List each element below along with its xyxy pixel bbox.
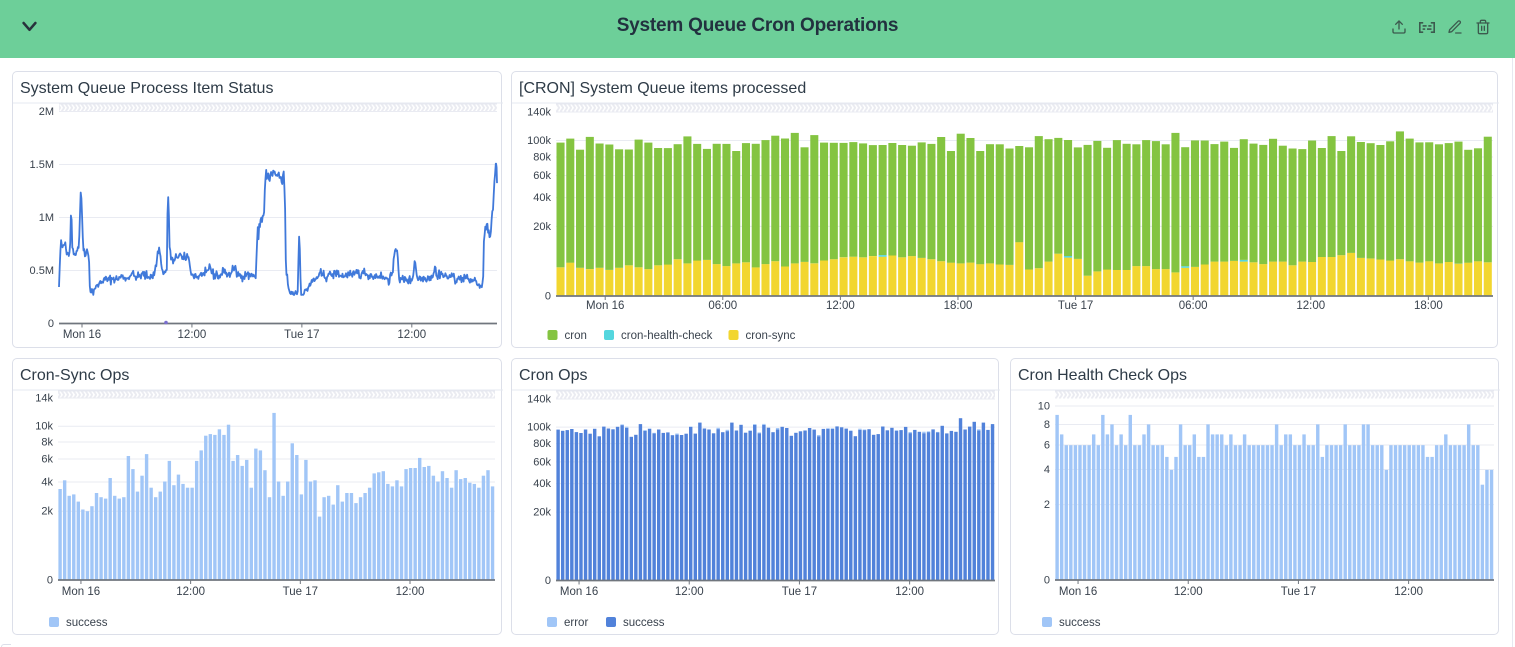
svg-text:Mon 16: Mon 16 xyxy=(62,586,100,598)
svg-text:0: 0 xyxy=(47,575,53,587)
svg-text:40k: 40k xyxy=(533,192,551,204)
svg-text:80k: 80k xyxy=(533,438,551,450)
svg-text:60k: 60k xyxy=(533,170,551,182)
svg-text:2M: 2M xyxy=(39,106,54,118)
svg-text:Tue 17: Tue 17 xyxy=(1281,586,1316,598)
svg-text:2k: 2k xyxy=(41,506,53,518)
svg-text:Tue 17: Tue 17 xyxy=(283,586,318,598)
svg-text:success: success xyxy=(623,617,665,629)
svg-text:success: success xyxy=(66,617,108,629)
svg-text:1M: 1M xyxy=(39,212,54,224)
svg-text:0.5M: 0.5M xyxy=(30,265,54,277)
svg-text:0: 0 xyxy=(1044,575,1050,587)
svg-text:8: 8 xyxy=(1044,419,1050,431)
svg-text:6k: 6k xyxy=(41,454,53,466)
svg-text:100k: 100k xyxy=(527,135,551,147)
svg-text:6: 6 xyxy=(1044,440,1050,452)
svg-text:12:00: 12:00 xyxy=(895,586,924,598)
svg-text:12:00: 12:00 xyxy=(178,329,207,341)
svg-text:Tue 17: Tue 17 xyxy=(782,586,817,598)
svg-text:Mon 16: Mon 16 xyxy=(560,586,598,598)
svg-text:Mon 16: Mon 16 xyxy=(1059,586,1097,598)
svg-text:0: 0 xyxy=(545,575,551,587)
svg-text:140k: 140k xyxy=(527,394,551,406)
svg-text:success: success xyxy=(1059,617,1101,629)
svg-text:0: 0 xyxy=(48,318,54,330)
svg-text:cron: cron xyxy=(565,330,587,342)
svg-text:10: 10 xyxy=(1038,401,1050,413)
svg-text:80k: 80k xyxy=(533,152,551,164)
svg-text:06:00: 06:00 xyxy=(1179,300,1208,312)
svg-text:12:00: 12:00 xyxy=(396,586,425,598)
svg-text:cron-sync: cron-sync xyxy=(746,330,796,342)
svg-text:20k: 20k xyxy=(533,507,551,519)
svg-text:8k: 8k xyxy=(41,437,53,449)
svg-text:40k: 40k xyxy=(533,478,551,490)
svg-text:60k: 60k xyxy=(533,456,551,468)
svg-text:12:00: 12:00 xyxy=(1296,300,1325,312)
svg-text:20k: 20k xyxy=(533,221,551,233)
svg-text:18:00: 18:00 xyxy=(1414,300,1443,312)
svg-text:12:00: 12:00 xyxy=(176,586,205,598)
svg-text:cron-health-check: cron-health-check xyxy=(621,330,713,342)
svg-text:100k: 100k xyxy=(527,422,551,434)
svg-text:18:00: 18:00 xyxy=(944,300,973,312)
svg-text:1.5M: 1.5M xyxy=(30,159,54,171)
svg-text:12:00: 12:00 xyxy=(1394,586,1423,598)
svg-text:Tue 17: Tue 17 xyxy=(1058,300,1093,312)
svg-text:0: 0 xyxy=(545,291,551,303)
svg-text:4k: 4k xyxy=(41,477,53,489)
svg-text:12:00: 12:00 xyxy=(675,586,704,598)
svg-text:4: 4 xyxy=(1044,464,1050,476)
svg-text:12:00: 12:00 xyxy=(1174,586,1203,598)
svg-text:10k: 10k xyxy=(35,421,53,433)
svg-text:2: 2 xyxy=(1044,499,1050,511)
svg-text:12:00: 12:00 xyxy=(826,300,855,312)
svg-text:12:00: 12:00 xyxy=(397,329,426,341)
svg-text:Mon 16: Mon 16 xyxy=(586,300,624,312)
svg-text:Tue 17: Tue 17 xyxy=(284,329,319,341)
svg-text:Mon 16: Mon 16 xyxy=(63,329,101,341)
svg-text:06:00: 06:00 xyxy=(708,300,737,312)
svg-text:error: error xyxy=(564,617,588,629)
svg-text:14k: 14k xyxy=(35,393,53,405)
svg-text:140k: 140k xyxy=(527,107,551,119)
